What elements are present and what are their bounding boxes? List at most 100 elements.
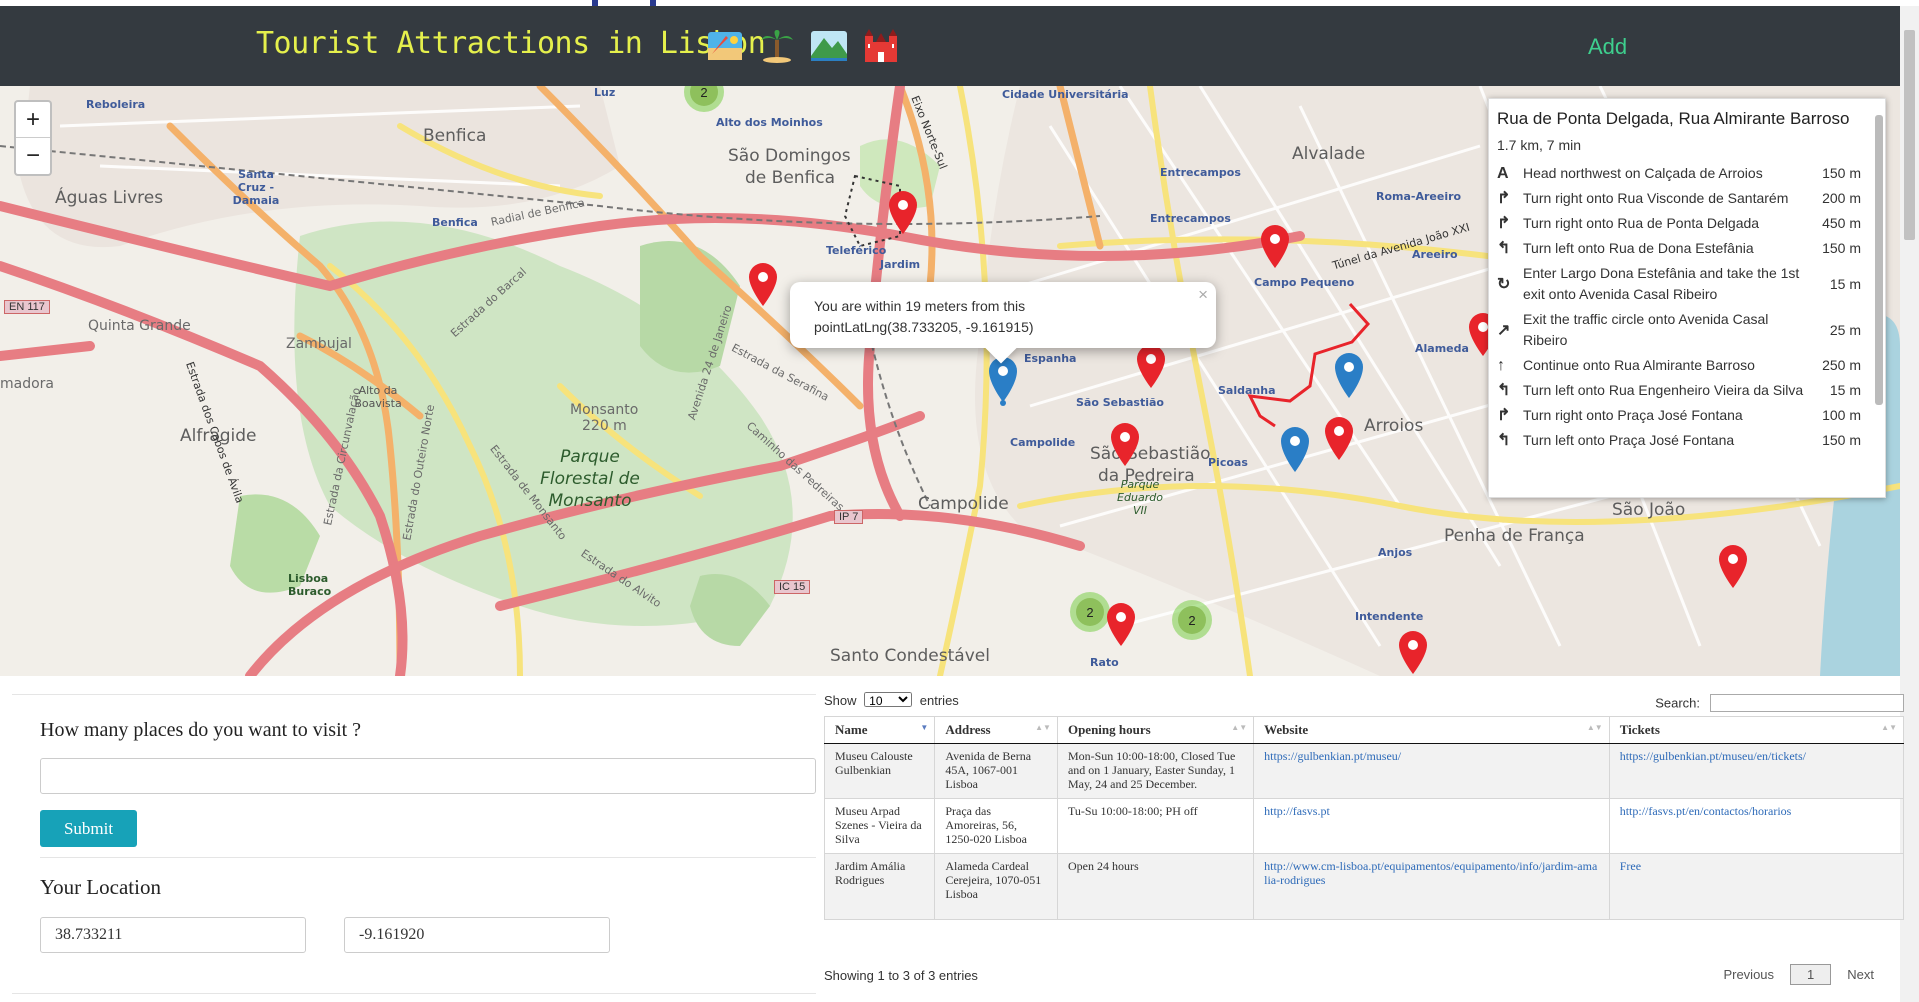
page-length-select[interactable]: 10 (864, 692, 913, 707)
table-search-input[interactable] (1710, 694, 1904, 712)
zoom-in-button[interactable]: + (16, 102, 50, 138)
red-marker-icon[interactable] (1136, 344, 1166, 390)
tickets-link[interactable]: Free (1620, 859, 1641, 873)
routing-panel[interactable]: Rua de Ponta Delgada, Rua Almirante Barr… (1488, 98, 1886, 498)
marker-cluster[interactable]: 2 (1172, 600, 1212, 640)
submit-button[interactable]: Submit (40, 810, 137, 847)
zoom-control: + − (14, 100, 52, 176)
route-step-distance: 25 m (1829, 321, 1861, 338)
red-marker-icon[interactable] (1324, 416, 1354, 462)
title-emojis (706, 28, 900, 64)
beach-icon (706, 28, 744, 64)
red-marker-icon[interactable] (1260, 224, 1290, 270)
website-link[interactable]: http://fasvs.pt (1264, 804, 1330, 818)
red-marker-icon[interactable] (1110, 422, 1140, 468)
blue-marker-icon[interactable] (1280, 426, 1310, 472)
route-step[interactable]: ↰ Turn left onto Rua de Dona Estefânia 1… (1497, 236, 1867, 261)
route-step[interactable]: ↰ Turn left onto Rua Engenheiro Vieira d… (1497, 378, 1867, 403)
previous-button[interactable]: Previous (1715, 967, 1782, 982)
direction-icon: ↗ (1497, 321, 1511, 339)
zoom-out-button[interactable]: − (16, 138, 50, 174)
place-label: São Sebastião (1090, 444, 1211, 464)
column-header[interactable]: Name ▼ (823, 716, 936, 744)
column-header[interactable]: Opening hours ▲▼ (1056, 716, 1255, 744)
route-step-text: Turn right onto Praça José Fontana (1523, 407, 1743, 423)
page-scrollbar-thumb[interactable] (1904, 30, 1915, 240)
road-shield: IP 7 (834, 510, 864, 524)
cell-hours: Open 24 hours (1056, 853, 1255, 920)
place-label: 220 m (582, 418, 627, 434)
place-label: Entrecampos (1160, 166, 1241, 179)
popup-text-line: You are within 19 meters from this (814, 298, 1026, 314)
latitude-input[interactable] (40, 917, 306, 953)
next-button[interactable]: Next (1839, 967, 1882, 982)
table-row: Museu Arpad Szenes - Vieira da Silva Praç… (823, 798, 1905, 854)
route-step-text: Turn right onto Rua Visconde de Santarém (1523, 190, 1789, 206)
column-header[interactable]: Website ▲▼ (1253, 716, 1610, 744)
red-marker-icon[interactable] (1718, 544, 1748, 590)
place-label: Espanha (1024, 352, 1077, 365)
place-label: Areeiro (1412, 248, 1458, 261)
cell-name: Museu Calouste Gulbenkian (823, 743, 936, 799)
red-marker-icon[interactable] (888, 190, 918, 236)
marker-cluster[interactable]: 2 (1070, 592, 1110, 632)
red-marker-icon[interactable] (748, 262, 778, 308)
route-step[interactable]: ↑ Continue onto Rua Almirante Barroso 25… (1497, 353, 1867, 378)
place-label: São Sebastião (1076, 396, 1164, 409)
route-step[interactable]: ↻ Enter Largo Dona Estefânia and take th… (1497, 261, 1867, 307)
route-step-text: Enter Largo Dona Estefânia and take the … (1523, 265, 1800, 302)
places-count-input[interactable] (40, 758, 816, 794)
route-step-distance: 150 m (1822, 240, 1861, 256)
place-label: Alameda (1415, 342, 1469, 355)
place-label: Saldanha (1218, 384, 1276, 397)
place-label: Penha de França (1444, 526, 1585, 546)
direction-icon: ↰ (1497, 382, 1511, 399)
place-label: São Domingos (728, 146, 851, 166)
longitude-input[interactable] (344, 917, 610, 953)
cell-address: Alameda Cardeal Cerejeira, 1070-051 Lisb… (934, 853, 1058, 920)
route-step-text: Turn right onto Rua de Ponta Delgada (1523, 215, 1760, 231)
route-scrollbar[interactable] (1875, 115, 1883, 405)
column-header[interactable]: Tickets ▲▼ (1608, 716, 1905, 744)
page-button[interactable]: 1 (1790, 964, 1832, 985)
route-title: Rua de Ponta Delgada, Rua Almirante Barr… (1497, 109, 1850, 128)
tickets-link[interactable]: http://fasvs.pt/en/contactos/horarios (1620, 804, 1792, 818)
route-steps: A Head northwest on Calçada de Arroios 1… (1497, 161, 1867, 453)
place-label: Arroios (1364, 416, 1424, 436)
place-label: madora (0, 376, 55, 392)
place-label: Benfica (423, 126, 487, 146)
route-step[interactable]: ↗ Exit the traffic circle onto Avenida C… (1497, 307, 1867, 353)
cell-hours: Tu-Su 10:00-18:00; PH off (1056, 798, 1255, 854)
place-label: Cidade Universitária (1002, 88, 1129, 101)
website-link[interactable]: http://www.cm-lisboa.pt/equipamentos/equ… (1264, 859, 1597, 887)
place-label: Rato (1090, 656, 1119, 669)
website-link[interactable]: https://gulbenkian.pt/museu/ (1264, 749, 1401, 763)
place-label: Monsanto (570, 402, 639, 418)
route-step[interactable]: A Head northwest on Calçada de Arroios 1… (1497, 161, 1867, 186)
blue-marker-icon[interactable] (1334, 352, 1364, 398)
blue-marker-icon[interactable] (988, 356, 1018, 406)
cell-tickets: Free (1608, 853, 1905, 920)
tickets-link[interactable]: https://gulbenkian.pt/museu/en/tickets/ (1620, 749, 1806, 763)
place-label: São João (1612, 500, 1686, 520)
place-label: Campolide (1010, 436, 1076, 449)
red-marker-icon[interactable] (1398, 630, 1428, 676)
route-step-text: Turn left onto Rua Engenheiro Vieira da … (1523, 382, 1804, 398)
route-step[interactable]: ↱ Turn right onto Rua Visconde de Santar… (1497, 186, 1867, 211)
column-header[interactable]: Address ▲▼ (934, 716, 1058, 744)
red-marker-icon[interactable] (1106, 602, 1136, 648)
route-step[interactable]: ↱ Turn right onto Rua de Ponta Delgada 4… (1497, 211, 1867, 236)
route-step[interactable]: ↰ Turn left onto Praça José Fontana 150 … (1497, 428, 1867, 453)
route-step-distance: 15 m (1829, 382, 1861, 398)
table-info: Showing 1 to 3 of 3 entries (824, 968, 978, 983)
route-step-distance: 150 m (1822, 165, 1861, 181)
add-link[interactable]: Add (1588, 34, 1627, 60)
cell-tickets: http://fasvs.pt/en/contactos/horarios (1608, 798, 1905, 854)
map[interactable]: Benfica São Domingos de Benfica Alvalade… (0, 86, 1900, 676)
place-label: Santo Condestável (830, 646, 990, 666)
place-label: Jardim (880, 258, 921, 271)
place-label: Alvalade (1292, 144, 1366, 164)
close-icon[interactable]: × (1198, 284, 1208, 305)
cell-website: http://www.cm-lisboa.pt/equipamentos/equ… (1253, 853, 1610, 920)
route-step[interactable]: ↱ Turn right onto Praça José Fontana 100… (1497, 403, 1867, 428)
